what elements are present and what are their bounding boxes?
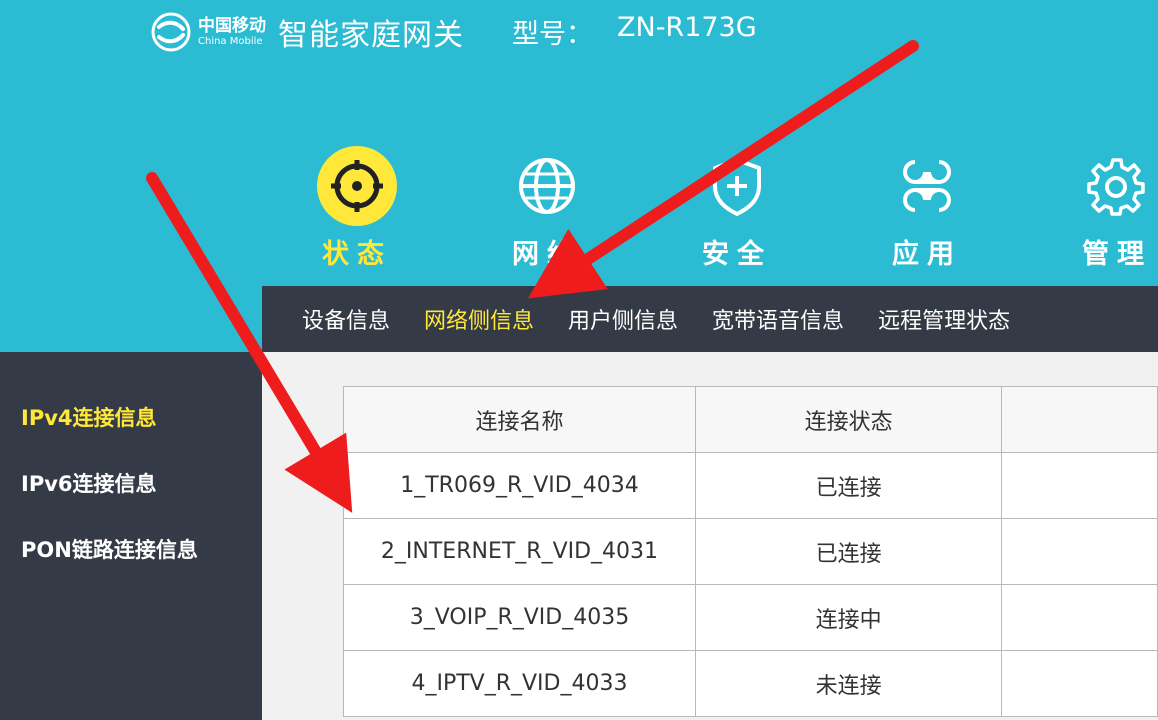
cell-extra xyxy=(1001,584,1158,651)
subnav-remote-management-status[interactable]: 远程管理状态 xyxy=(878,303,1010,335)
table-row: 4_IPTV_R_VID_4033 未连接 xyxy=(343,650,1158,717)
cell-connection-name: 1_TR069_R_VID_4034 xyxy=(343,452,696,519)
connection-table: 连接名称 连接状态 1_TR069_R_VID_4034 已连接 2_INTER… xyxy=(343,386,1158,717)
brand-logo-group: 中国移动 China Mobile 智能家庭网关 xyxy=(150,8,464,56)
sub-nav: 设备信息 网络侧信息 用户侧信息 宽带语音信息 远程管理状态 xyxy=(262,286,1158,352)
cell-extra xyxy=(1001,452,1158,519)
gear-icon xyxy=(1077,146,1157,226)
table-header-row: 连接名称 连接状态 xyxy=(343,386,1158,453)
table-row: 2_INTERNET_R_VID_4031 已连接 xyxy=(343,518,1158,585)
sidebar-item-ipv4[interactable]: IPv4连接信息 xyxy=(0,402,262,468)
brand-en-name: China Mobile xyxy=(198,35,263,47)
cell-extra xyxy=(1001,650,1158,717)
product-name: 智能家庭网关 xyxy=(278,18,464,53)
apps-icon xyxy=(887,146,967,226)
cell-connection-status: 已连接 xyxy=(694,452,1003,519)
column-header-connection-status: 连接状态 xyxy=(694,386,1003,453)
cell-connection-name: 2_INTERNET_R_VID_4031 xyxy=(343,518,696,585)
sidebar-item-ipv6[interactable]: IPv6连接信息 xyxy=(0,468,262,534)
cell-connection-status: 未连接 xyxy=(694,650,1003,717)
nav-item-status[interactable]: 状态 xyxy=(297,146,417,271)
nav-item-network[interactable]: 网络 xyxy=(487,146,607,271)
column-header-extra xyxy=(1001,386,1158,453)
model-value: ZN-R173G xyxy=(617,12,757,43)
model-info: 型号： ZN-R173G xyxy=(512,12,757,51)
nav-label-management: 管理 xyxy=(1082,239,1152,270)
sidebar: IPv4连接信息 IPv6连接信息 PON链路连接信息 xyxy=(0,352,262,720)
nav-label-network: 网络 xyxy=(512,239,582,270)
cell-connection-name: 4_IPTV_R_VID_4033 xyxy=(343,650,696,717)
subnav-user-side-info[interactable]: 用户侧信息 xyxy=(568,303,678,335)
main-content: 连接名称 连接状态 1_TR069_R_VID_4034 已连接 2_INTER… xyxy=(262,352,1158,720)
china-mobile-logo-icon xyxy=(151,12,191,52)
subnav-device-info[interactable]: 设备信息 xyxy=(302,303,390,335)
nav-label-apps: 应用 xyxy=(892,239,962,270)
nav-item-management[interactable]: 管理 xyxy=(1057,146,1158,271)
globe-icon xyxy=(507,146,587,226)
column-header-connection-name: 连接名称 xyxy=(343,386,696,453)
nav-item-security[interactable]: 安全 xyxy=(677,146,797,271)
subnav-network-side-info[interactable]: 网络侧信息 xyxy=(424,303,534,335)
brand-cn-name: 中国移动 xyxy=(198,15,266,36)
shield-plus-icon xyxy=(697,146,777,226)
subnav-broadband-voice-info[interactable]: 宽带语音信息 xyxy=(712,303,844,335)
table-row: 1_TR069_R_VID_4034 已连接 xyxy=(343,452,1158,519)
sidebar-item-pon[interactable]: PON链路连接信息 xyxy=(0,534,262,600)
model-label: 型号： xyxy=(512,19,593,50)
target-icon xyxy=(317,146,397,226)
nav-label-status: 状态 xyxy=(322,239,392,270)
cell-connection-name: 3_VOIP_R_VID_4035 xyxy=(343,584,696,651)
cell-connection-status: 连接中 xyxy=(694,584,1003,651)
cell-connection-status: 已连接 xyxy=(694,518,1003,585)
nav-item-apps[interactable]: 应用 xyxy=(867,146,987,271)
cell-extra xyxy=(1001,518,1158,585)
table-row: 3_VOIP_R_VID_4035 连接中 xyxy=(343,584,1158,651)
nav-label-security: 安全 xyxy=(702,239,772,270)
